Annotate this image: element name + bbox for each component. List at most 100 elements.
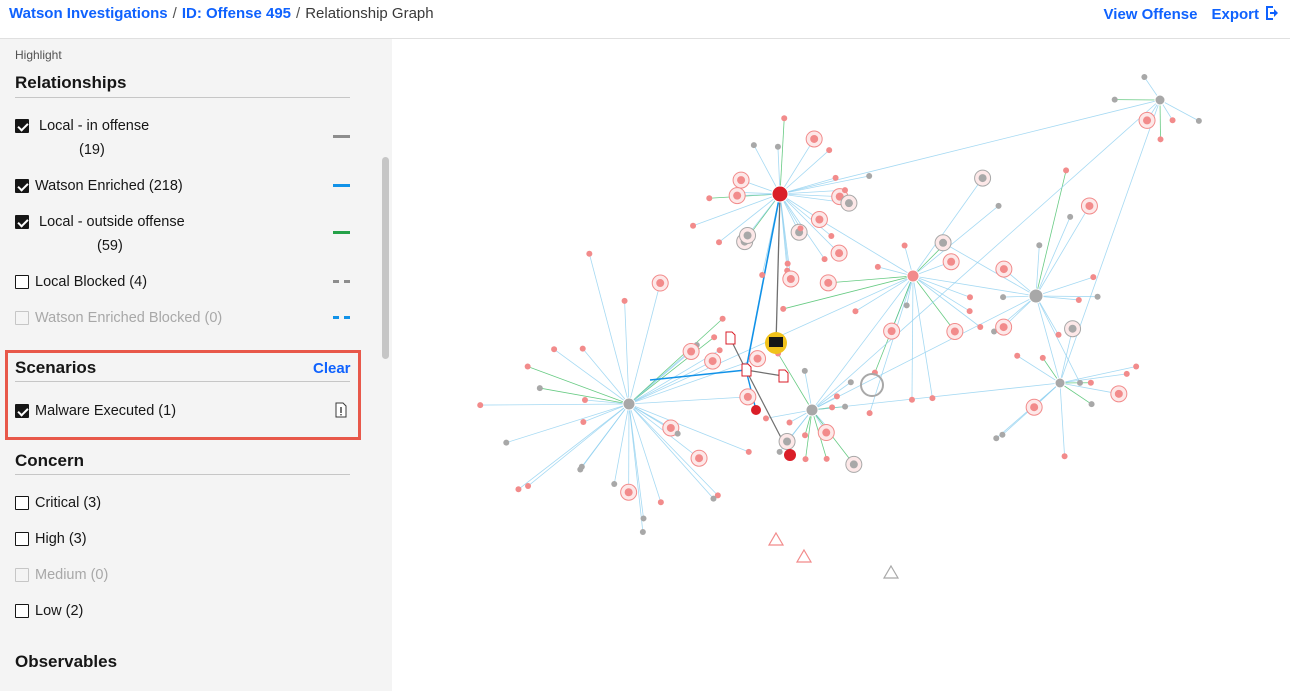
graph-node[interactable] bbox=[775, 144, 781, 150]
graph-node[interactable] bbox=[1062, 453, 1068, 459]
graph-node-core[interactable] bbox=[850, 460, 858, 468]
concern-high[interactable]: High (3) bbox=[15, 531, 87, 547]
graph-node[interactable] bbox=[829, 404, 835, 410]
graph-node[interactable] bbox=[1076, 297, 1082, 303]
graph-node[interactable] bbox=[611, 481, 617, 487]
graph-node-alert[interactable] bbox=[884, 566, 898, 578]
graph-hub-node[interactable] bbox=[1055, 378, 1065, 388]
graph-node[interactable] bbox=[706, 195, 712, 201]
breadcrumb-watson-investigations[interactable]: Watson Investigations bbox=[9, 5, 168, 22]
graph-node[interactable] bbox=[759, 272, 765, 278]
graph-node[interactable] bbox=[720, 316, 726, 322]
graph-node[interactable] bbox=[580, 419, 586, 425]
checkbox-checked[interactable] bbox=[15, 119, 29, 133]
checkbox-checked[interactable] bbox=[15, 404, 29, 418]
graph-node[interactable] bbox=[477, 402, 483, 408]
graph-node-core[interactable] bbox=[1069, 325, 1077, 333]
concern-low[interactable]: Low (2) bbox=[15, 603, 83, 619]
graph-node-core[interactable] bbox=[709, 357, 717, 365]
sidebar-scrollbar[interactable] bbox=[380, 39, 392, 691]
graph-node-core[interactable] bbox=[951, 327, 959, 335]
graph-node-core[interactable] bbox=[947, 258, 955, 266]
graph-node[interactable] bbox=[1089, 401, 1095, 407]
graph-node[interactable] bbox=[828, 233, 834, 239]
graph-node-core[interactable] bbox=[835, 249, 843, 257]
graph-hub-node[interactable] bbox=[1029, 289, 1043, 303]
graph-node[interactable] bbox=[902, 243, 908, 249]
graph-node[interactable] bbox=[525, 363, 531, 369]
graph-node[interactable] bbox=[763, 415, 769, 421]
graph-node-alert[interactable] bbox=[769, 533, 783, 545]
relationship-graph-canvas[interactable] bbox=[392, 39, 1290, 691]
checkbox-checked[interactable] bbox=[15, 215, 29, 229]
graph-node[interactable] bbox=[690, 223, 696, 229]
graph-node[interactable] bbox=[1133, 363, 1139, 369]
graph-node[interactable] bbox=[852, 308, 858, 314]
graph-node[interactable] bbox=[675, 431, 681, 437]
sidebar-scrollbar-thumb[interactable] bbox=[382, 157, 389, 359]
graph-node[interactable] bbox=[582, 397, 588, 403]
graph-node[interactable] bbox=[1036, 242, 1042, 248]
graph-node[interactable] bbox=[515, 486, 521, 492]
graph-node-threat[interactable] bbox=[784, 449, 796, 461]
graph-node[interactable] bbox=[781, 115, 787, 121]
relationship-local-blocked[interactable]: Local Blocked (4) bbox=[15, 274, 147, 290]
graph-node-core[interactable] bbox=[667, 424, 675, 432]
graph-node-core[interactable] bbox=[815, 216, 823, 224]
graph-node-core[interactable] bbox=[744, 231, 752, 239]
graph-node[interactable] bbox=[1056, 332, 1062, 338]
graph-hub-node[interactable] bbox=[623, 398, 635, 410]
graph-node[interactable] bbox=[904, 302, 910, 308]
graph-node[interactable] bbox=[967, 294, 973, 300]
graph-node-core[interactable] bbox=[687, 347, 695, 355]
graph-node-core[interactable] bbox=[845, 199, 853, 207]
graph-node[interactable] bbox=[586, 251, 592, 257]
graph-node-core[interactable] bbox=[733, 192, 741, 200]
relationship-watson-enriched[interactable]: Watson Enriched (218) bbox=[15, 178, 183, 194]
graph-node[interactable] bbox=[875, 264, 881, 270]
scenarios-clear-link[interactable]: Clear bbox=[313, 360, 351, 377]
graph-node[interactable] bbox=[996, 203, 1002, 209]
graph-node[interactable] bbox=[1158, 136, 1164, 142]
graph-node[interactable] bbox=[710, 496, 716, 502]
graph-node[interactable] bbox=[842, 187, 848, 193]
graph-node[interactable] bbox=[787, 420, 793, 426]
graph-node[interactable] bbox=[797, 225, 803, 231]
checkbox-unchecked[interactable] bbox=[15, 275, 29, 289]
graph-node[interactable] bbox=[1040, 355, 1046, 361]
graph-node[interactable] bbox=[1196, 118, 1202, 124]
checkbox-unchecked[interactable] bbox=[15, 604, 29, 618]
graph-node[interactable] bbox=[580, 346, 586, 352]
graph-node[interactable] bbox=[993, 435, 999, 441]
graph-node[interactable] bbox=[525, 483, 531, 489]
graph-node[interactable] bbox=[658, 499, 664, 505]
breadcrumb-offense-id[interactable]: ID: Offense 495 bbox=[182, 5, 291, 22]
graph-node-host-icon[interactable] bbox=[769, 337, 783, 347]
graph-node[interactable] bbox=[641, 515, 647, 521]
graph-node-core[interactable] bbox=[1115, 390, 1123, 398]
graph-node-core[interactable] bbox=[695, 454, 703, 462]
graph-node[interactable] bbox=[822, 256, 828, 262]
graph-hub-node[interactable] bbox=[1155, 95, 1165, 105]
graph-node[interactable] bbox=[834, 393, 840, 399]
graph-node[interactable] bbox=[802, 368, 808, 374]
graph-node[interactable] bbox=[551, 346, 557, 352]
graph-node[interactable] bbox=[1067, 214, 1073, 220]
graph-node[interactable] bbox=[1095, 294, 1101, 300]
graph-node[interactable] bbox=[1124, 371, 1130, 377]
graph-node-core[interactable] bbox=[744, 393, 752, 401]
graph-node[interactable] bbox=[1141, 74, 1147, 80]
graph-node-core[interactable] bbox=[824, 279, 832, 287]
graph-node-core[interactable] bbox=[737, 176, 745, 184]
graph-node[interactable] bbox=[777, 449, 783, 455]
graph-node-core[interactable] bbox=[754, 355, 762, 363]
graph-node[interactable] bbox=[842, 404, 848, 410]
graph-node[interactable] bbox=[866, 173, 872, 179]
graph-node[interactable] bbox=[746, 449, 752, 455]
scenario-malware-executed[interactable]: Malware Executed (1) bbox=[15, 403, 176, 419]
graph-node-core[interactable] bbox=[1000, 265, 1008, 273]
graph-node-core[interactable] bbox=[1085, 202, 1093, 210]
graph-node-core[interactable] bbox=[939, 239, 947, 247]
graph-node-core[interactable] bbox=[1030, 403, 1038, 411]
graph-node-file[interactable] bbox=[726, 332, 735, 344]
